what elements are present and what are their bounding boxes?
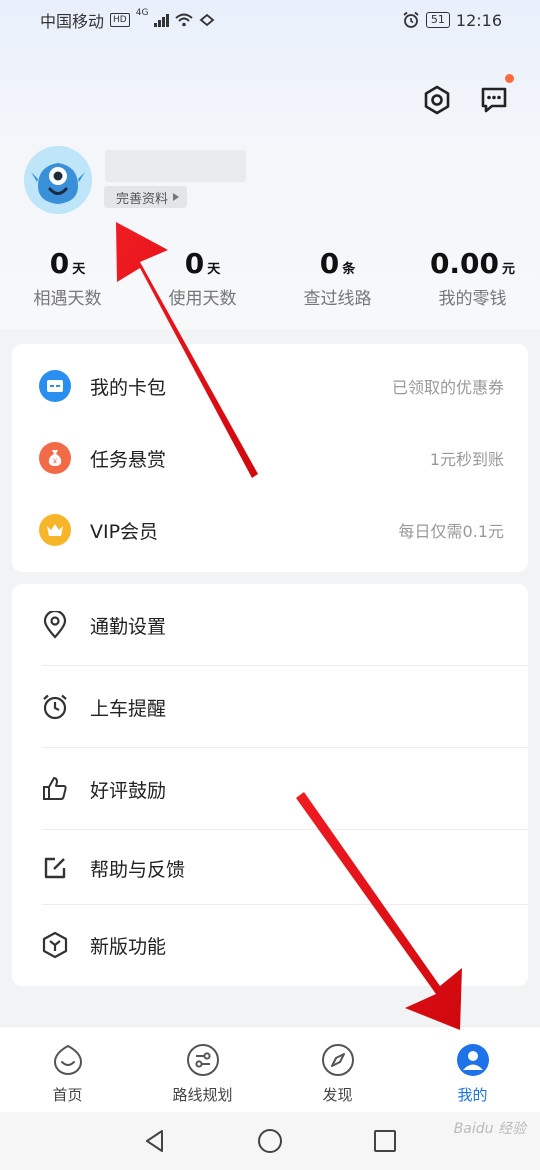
row-hint: 每日仅需0.1元 [398,522,504,541]
row-label: 好评鼓励 [90,779,167,802]
alarm-status-icon [403,11,419,28]
row-label: 上车提醒 [90,697,167,720]
back-triangle-icon[interactable] [140,1126,170,1156]
row-help-feedback[interactable]: 帮助与反馈 [12,830,528,906]
row-label: VIP会员 [90,520,159,543]
complete-profile-button[interactable]: 完善资料 [104,186,188,208]
status-bar: 中国移动 HD 4G 51 12:16 [0,0,540,40]
signal-icon [154,13,170,27]
stat-value: 0 [184,247,205,280]
stat-unit: 天 [207,262,221,277]
row-label: 通勤设置 [90,615,167,638]
stat-my-change[interactable]: 0.00 元 我的零钱 [405,246,540,316]
tab-label: 我的 [457,1086,488,1104]
complete-profile-label: 完善资料 [116,191,169,207]
stat-label: 查过线路 [303,289,372,309]
stat-unit: 天 [72,262,86,277]
settings-hexagon-icon[interactable] [419,82,455,118]
row-my-wallet[interactable]: 我的卡包 已领取的优惠券 [12,352,528,420]
tab-home[interactable]: 首页 [0,1027,135,1112]
stat-use-days[interactable]: 0天 使用天数 [135,246,270,316]
benefits-card: 我的卡包 已领取的优惠券 ¥ 任务悬赏 1元秒到账 VIP会员 每日仅需0.1元 [12,344,528,572]
new-feature-icon [38,928,72,962]
carrier-name: 中国移动 [40,12,105,31]
row-commute-settings[interactable]: 通勤设置 [12,584,528,666]
row-vip[interactable]: VIP会员 每日仅需0.1元 [12,496,528,564]
svg-text:¥: ¥ [53,459,57,466]
network-type: 4G [135,8,149,18]
alarm-clock-icon [38,690,72,724]
clock-time: 12:16 [455,10,502,30]
stat-value: 0.00 [429,247,500,280]
tab-route-planning[interactable]: 路线规划 [135,1027,270,1112]
row-new-features[interactable]: 新版功能 [12,905,528,985]
compass-icon [321,1044,354,1076]
home-smile-icon [53,1044,82,1075]
speed-icon [200,13,215,27]
crown-icon [38,513,72,547]
stat-unit: 条 [342,262,356,277]
stat-label: 相遇天数 [33,289,102,309]
wifi-icon [175,13,194,27]
row-label: 帮助与反馈 [90,858,186,881]
notification-dot [505,74,514,83]
stat-value: 0 [319,247,340,280]
row-boarding-reminder[interactable]: 上车提醒 [12,666,528,748]
stats-row: 0天 相遇天数 0天 使用天数 0条 查过线路 0.00 元 我的零钱 [0,246,540,316]
avatar[interactable] [24,146,92,214]
stat-meet-days[interactable]: 0天 相遇天数 [0,246,135,316]
user-icon [456,1044,489,1076]
battery-icon: 51 [425,12,450,28]
stat-routes-checked[interactable]: 0条 查过线路 [270,246,405,316]
row-hint: 已领取的优惠券 [391,378,504,397]
bottom-tab-bar: 首页 路线规划 发现 我的 [0,1026,540,1112]
row-task-reward[interactable]: ¥ 任务悬赏 1元秒到账 [12,424,528,492]
username-blurred [105,150,246,182]
tab-label: 路线规划 [172,1086,233,1104]
row-rate-us[interactable]: 好评鼓励 [12,748,528,830]
route-icon [186,1044,219,1076]
stat-label: 使用天数 [168,289,237,309]
tab-discover[interactable]: 发现 [270,1027,405,1112]
tab-label: 首页 [52,1086,83,1104]
stat-value: 0 [49,247,70,280]
recents-square-icon[interactable] [370,1126,400,1156]
row-label: 任务悬赏 [90,448,167,471]
thumbs-up-icon [38,772,72,806]
watermark: Baidu 经验 [453,1121,526,1137]
hd-icon: HD [110,13,130,27]
home-circle-icon[interactable] [255,1126,285,1156]
edit-icon [38,851,72,885]
row-label: 新版功能 [90,935,167,958]
message-icon[interactable] [476,82,512,118]
money-bag-icon: ¥ [38,441,72,475]
settings-card: 通勤设置 上车提醒 好评鼓励 帮助与反馈 新版功能 [12,584,528,986]
wallet-icon [38,369,72,403]
row-label: 我的卡包 [90,376,167,399]
tab-label: 发现 [322,1086,353,1104]
triangle-right-icon [173,193,180,201]
stat-label: 我的零钱 [438,289,507,309]
row-hint: 1元秒到账 [429,450,504,469]
tab-mine[interactable]: 我的 [405,1027,540,1112]
location-pin-icon [38,608,72,642]
stat-unit: 元 [502,262,516,277]
